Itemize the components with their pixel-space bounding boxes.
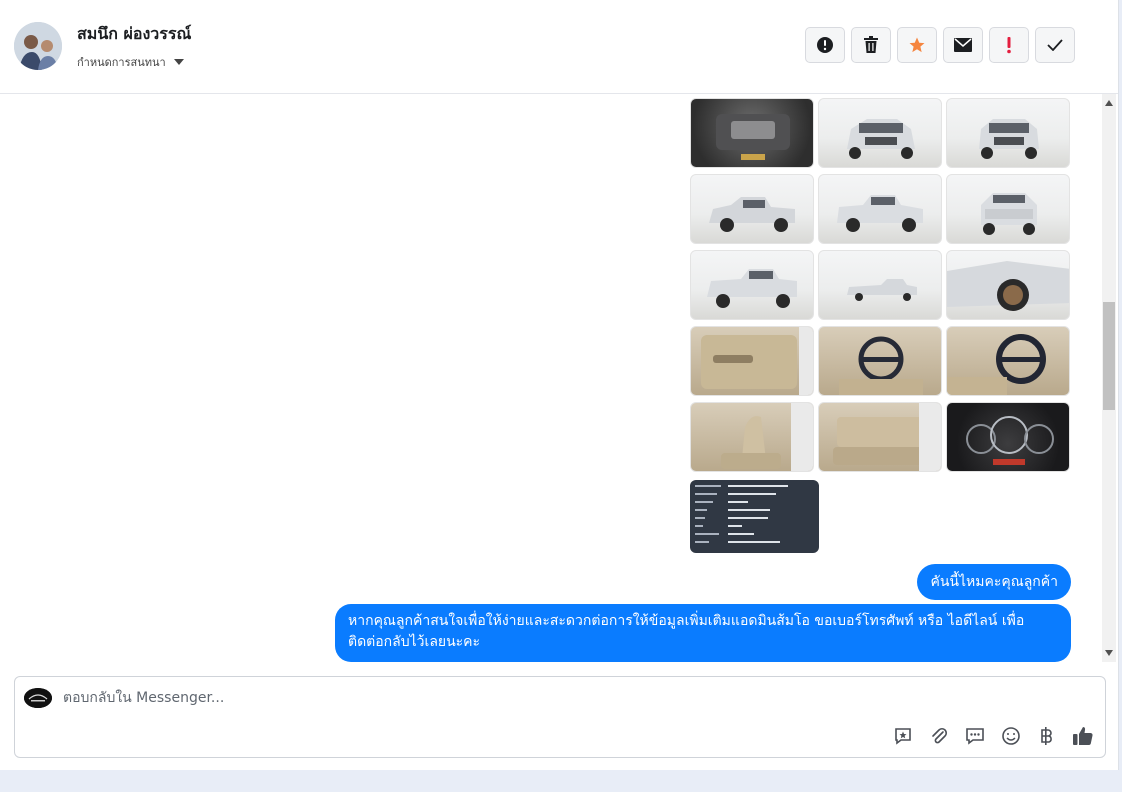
photo-rear-right[interactable] bbox=[818, 174, 942, 244]
mark-done-button[interactable] bbox=[1035, 27, 1075, 63]
delete-button[interactable] bbox=[851, 27, 891, 63]
photo-engine[interactable] bbox=[690, 98, 814, 168]
photo-rear-seats[interactable] bbox=[818, 402, 942, 472]
photo-grid bbox=[690, 98, 1070, 472]
chat-bubble-icon bbox=[966, 728, 984, 745]
star-button[interactable] bbox=[897, 27, 937, 63]
checkmark-icon bbox=[1047, 39, 1063, 51]
trash-icon bbox=[864, 36, 878, 53]
like-button[interactable] bbox=[1071, 724, 1095, 748]
contact-name[interactable]: สมนึก ผ่องวรรณ์ bbox=[77, 22, 191, 47]
reply-input[interactable] bbox=[63, 687, 763, 709]
page-avatar bbox=[24, 688, 52, 708]
saved-reply-icon bbox=[895, 728, 911, 745]
envelope-icon bbox=[954, 38, 972, 52]
alert-circle-icon bbox=[817, 37, 833, 53]
scroll-down-arrow-icon[interactable] bbox=[1105, 650, 1113, 656]
baht-icon bbox=[1041, 727, 1052, 745]
emoji-button[interactable] bbox=[999, 724, 1023, 748]
caret-down-icon bbox=[173, 59, 184, 65]
scroll-thumb[interactable] bbox=[1103, 302, 1115, 410]
composer-toolbar bbox=[891, 724, 1095, 748]
header-actions bbox=[805, 27, 1075, 63]
photo-front[interactable] bbox=[946, 98, 1070, 168]
photo-front-left[interactable] bbox=[690, 174, 814, 244]
photo-steering-wheel[interactable] bbox=[818, 326, 942, 396]
message-bubble[interactable]: หากคุณลูกค้าสนใจเพื่อให้ง่ายและสะดวกต่อก… bbox=[335, 604, 1071, 662]
message-thread[interactable]: คันนี้ไหมคะคุณลูกค้า หากคุณลูกค้าสนใจเพื… bbox=[0, 94, 1102, 662]
photo-front-wheel[interactable] bbox=[946, 250, 1070, 320]
avatar[interactable] bbox=[14, 22, 62, 70]
star-icon bbox=[909, 37, 925, 53]
emoji-icon bbox=[1002, 727, 1020, 745]
message-bubble[interactable]: คันนี้ไหมคะคุณลูกค้า bbox=[917, 564, 1071, 600]
thumbs-up-icon bbox=[1073, 727, 1093, 746]
spec-sheet-image[interactable] bbox=[690, 480, 819, 553]
follow-up-button[interactable] bbox=[989, 27, 1029, 63]
assign-conversation-dropdown[interactable]: กำหนดการสนทนา bbox=[77, 53, 184, 71]
spam-button[interactable] bbox=[805, 27, 845, 63]
scroll-up-arrow-icon[interactable] bbox=[1105, 100, 1113, 106]
conversation-panel: สมนึก ผ่องวรรณ์ กำหนดการสนทนา คันนี้ไหมค… bbox=[0, 0, 1119, 770]
photo-steering-wheel[interactable] bbox=[946, 326, 1070, 396]
thread-scrollbar[interactable] bbox=[1102, 94, 1116, 662]
photo-dashboard[interactable] bbox=[946, 402, 1070, 472]
payment-button[interactable] bbox=[1035, 724, 1059, 748]
photo-door-panel[interactable] bbox=[690, 326, 814, 396]
photo-front-seats[interactable] bbox=[690, 402, 814, 472]
conversation-header: สมนึก ผ่องวรรณ์ กำหนดการสนทนา bbox=[0, 0, 1118, 94]
attachment-button[interactable] bbox=[927, 724, 951, 748]
exclamation-icon bbox=[1007, 37, 1011, 54]
mark-unread-button[interactable] bbox=[943, 27, 983, 63]
reply-composer bbox=[14, 676, 1106, 758]
photo-rear[interactable] bbox=[946, 174, 1070, 244]
photo-side[interactable] bbox=[818, 250, 942, 320]
assign-label: กำหนดการสนทนา bbox=[77, 56, 166, 69]
photo-front[interactable] bbox=[818, 98, 942, 168]
quick-reply-button[interactable] bbox=[963, 724, 987, 748]
photo-rear-left[interactable] bbox=[690, 250, 814, 320]
saved-reply-button[interactable] bbox=[891, 724, 915, 748]
attachment-icon bbox=[932, 727, 948, 744]
